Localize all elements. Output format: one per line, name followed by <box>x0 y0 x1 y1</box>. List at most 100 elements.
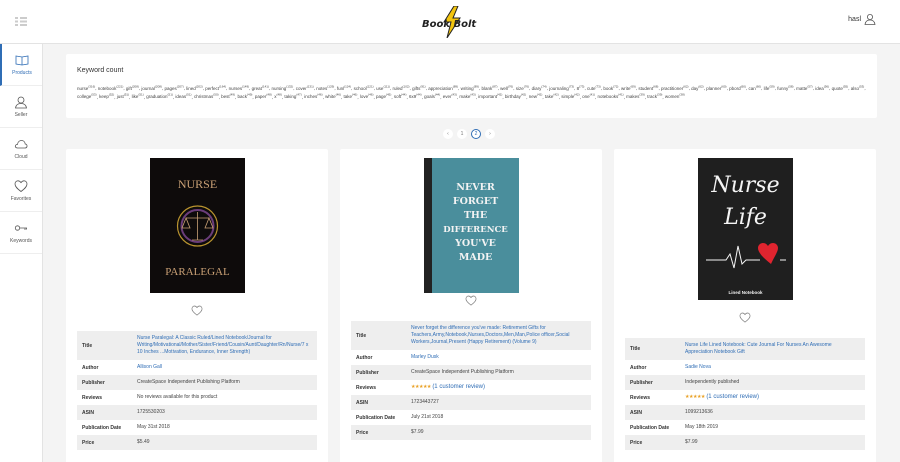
favorite-heart-icon[interactable] <box>739 312 751 323</box>
price-label: Price <box>625 435 680 450</box>
cover-title-line: YOU'VE <box>454 238 496 249</box>
next-page-button[interactable]: › <box>485 129 495 139</box>
table-row: Title Nurse Life Lined Notebook: Cute Jou… <box>625 338 865 360</box>
product-title-link[interactable]: Never forget the difference you've made:… <box>406 321 591 350</box>
product-title-link[interactable]: Nurse Life Lined Notebook: Cute Journal … <box>680 338 865 360</box>
keyword-count: (51) <box>167 92 173 97</box>
logo-text-book: Book Bolt <box>422 19 477 30</box>
table-row: Price $7.99 <box>351 425 591 440</box>
keyword-count: (76) <box>523 84 530 88</box>
keyword-item: soft(44) <box>393 92 407 100</box>
keyword-count: (56) <box>823 84 830 88</box>
table-row: Author Marley Dusk <box>351 350 591 365</box>
table-row: Publication Date May 18th 2019 <box>625 420 865 435</box>
asin-label: ASIN <box>351 395 406 410</box>
keyword-count: (44) <box>416 92 422 97</box>
keyword-count: (53) <box>91 92 97 97</box>
book-cover-image[interactable]: NEVER FORGET THE DIFFERENCE YOU'VE MADE <box>424 158 519 293</box>
sidebar-item-products[interactable]: Products <box>0 44 42 86</box>
product-details-table: Title Nurse Paralegal: A Classic Ruled/Li… <box>77 331 317 450</box>
page-2-button[interactable]: 2 <box>471 129 481 139</box>
keyword-item: 8(73) <box>576 84 585 91</box>
sidebar-item-keywords[interactable]: Keywords <box>0 212 42 254</box>
user-menu[interactable]: hasl <box>848 13 876 25</box>
reviews-label: Reviews <box>82 394 103 401</box>
book-bolt-logo[interactable]: Book Bolt <box>420 6 482 38</box>
keyword-item: x(48) <box>274 92 282 100</box>
cover-caption: Lined Notebook <box>729 290 763 295</box>
keyword-count: (208) <box>154 84 162 88</box>
keyword-count: (45) <box>386 92 392 97</box>
keyword-item: gifts(91) <box>412 84 426 91</box>
keyword-item: inches(46) <box>304 92 323 100</box>
keyword-item: journal(208) <box>141 84 162 91</box>
keyword-item: ruled(102) <box>392 84 410 91</box>
publisher-label: Publisher <box>625 375 680 390</box>
keyword-count: (62) <box>698 84 704 88</box>
favorite-heart-icon[interactable] <box>191 305 203 316</box>
keyword-count: (53) <box>858 84 865 88</box>
sidebar-item-seller[interactable]: Seller <box>0 86 42 128</box>
book-cover-image[interactable]: Nurse Life Lined Notebook <box>698 158 793 300</box>
keyword-item: new(42) <box>528 92 543 100</box>
keyword-count: (46) <box>335 92 341 97</box>
keyword-item: perfect(164) <box>205 84 227 91</box>
author-link[interactable]: Sadie Nova <box>680 360 865 375</box>
page-1-button[interactable]: 1 <box>457 129 467 139</box>
book-cover-image[interactable]: NURSE PARALEGAL <box>150 158 245 293</box>
keyword-item: notebooks(41) <box>597 92 624 100</box>
keyword-item: appreciation(89) <box>428 84 459 91</box>
keyword-count: (72) <box>613 84 619 88</box>
keyword-item: ever(43) <box>442 92 457 100</box>
keyword-count: (60) <box>740 84 746 88</box>
author-link[interactable]: Marley Dusk <box>406 350 591 365</box>
prev-page-button[interactable]: ‹ <box>443 129 453 139</box>
keyword-count: (73) <box>568 84 575 88</box>
reviews-value: No reviews available for this product <box>137 394 218 400</box>
sidebar-item-favorites[interactable]: Favorites <box>0 170 42 212</box>
keyword-item: cover(131) <box>295 84 314 91</box>
keyword-list: nurse(316), notebook(221), gift(208), jo… <box>77 84 866 100</box>
keyword-item: nurse(316) <box>77 84 96 91</box>
table-row: ASIN 1725530203 <box>77 405 317 420</box>
product-title-link[interactable]: Nurse Paralegal: A Classic Ruled/Lined N… <box>132 331 317 360</box>
keyword-item: make(43) <box>459 92 476 100</box>
table-row: Price $5.49 <box>77 435 317 450</box>
keyword-item: cute(73) <box>586 84 601 91</box>
cloud-icon <box>14 140 28 149</box>
keyword-count: (59) <box>769 84 775 88</box>
keyword-item: nurses(149) <box>228 84 250 91</box>
keyword-item: matte(57) <box>796 84 813 91</box>
keyword-count: (76) <box>507 84 514 88</box>
keyword-item: important(42) <box>478 92 503 100</box>
keyword-item: birthday(42) <box>504 92 527 100</box>
author-link[interactable]: Allison Gall <box>132 360 317 375</box>
keyword-count: (91) <box>420 84 426 88</box>
keyword-count: (50) <box>213 92 219 97</box>
favorite-heart-icon[interactable] <box>465 295 477 306</box>
product-card: NEVER FORGET THE DIFFERENCE YOU'VE MADE … <box>340 149 602 462</box>
asin-value: 1725530203 <box>132 405 317 420</box>
keyword-item: write(69) <box>620 84 636 91</box>
customer-review-link[interactable]: (1 customer review) <box>706 394 759 400</box>
keyword-count: (46) <box>352 92 358 97</box>
keyword-count: (221) <box>116 84 124 88</box>
sidebar-item-cloud[interactable]: Cloud <box>0 128 42 170</box>
publisher-value: CreateSpace Independent Publishing Platf… <box>132 375 317 390</box>
keyword-item: one(41) <box>582 92 595 100</box>
table-row: Author Allison Gall <box>77 360 317 375</box>
keyword-count: (49) <box>229 92 235 97</box>
keyword-count: (60) <box>755 84 762 88</box>
keyword-item: college(53) <box>77 92 97 100</box>
keyword-item: great(141) <box>251 84 269 91</box>
title-label: Title <box>625 338 680 360</box>
keyword-count: (52) <box>108 92 115 97</box>
keyword-item: just(51) <box>116 92 130 100</box>
keyword-count: (121) <box>366 84 374 88</box>
cover-title-top: NURSE <box>178 177 217 191</box>
keyword-count: (129) <box>327 84 335 88</box>
key-icon <box>14 225 27 231</box>
menu-icon[interactable] <box>15 17 27 26</box>
customer-review-link[interactable]: (1 customer review) <box>432 384 485 390</box>
keyword-count: (51) <box>186 92 192 97</box>
